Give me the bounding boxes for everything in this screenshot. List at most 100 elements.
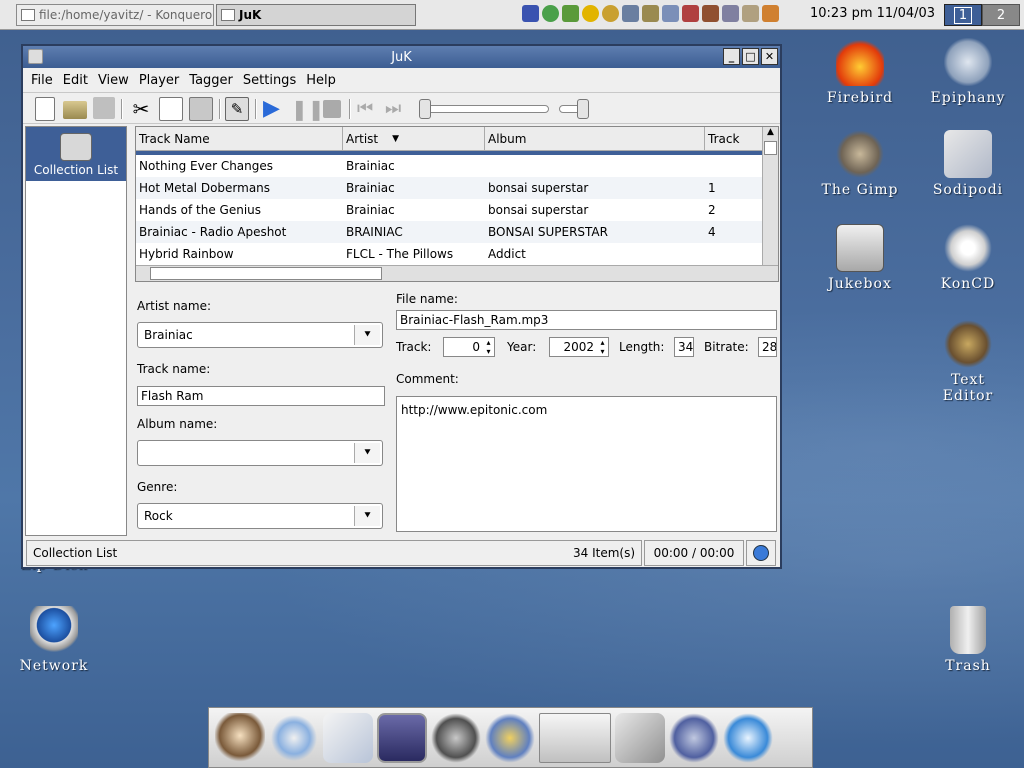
desktop-icon-koncd[interactable]: KonCD bbox=[918, 224, 1018, 292]
track-name-field[interactable]: Flash Ram bbox=[137, 386, 385, 406]
gnome-foot-monkey-icon[interactable] bbox=[215, 712, 265, 763]
desktop-icon-sodipodi[interactable]: Sodipodi bbox=[918, 130, 1018, 198]
vim-icon[interactable] bbox=[562, 5, 579, 22]
comment-label: Comment: bbox=[396, 372, 459, 386]
column-track-name[interactable]: Track Name bbox=[136, 127, 343, 150]
save-icon[interactable] bbox=[93, 97, 115, 119]
desktop-2[interactable]: 2 bbox=[982, 4, 1020, 26]
previous-icon[interactable]: ⏮ bbox=[357, 97, 381, 121]
menu-edit[interactable]: Edit bbox=[63, 73, 88, 88]
disk-icon[interactable] bbox=[662, 5, 679, 22]
scroll-up-icon[interactable]: ▲ bbox=[763, 127, 778, 141]
desktop-icon-jukebox[interactable]: Jukebox bbox=[810, 224, 910, 292]
terminal-icon[interactable] bbox=[377, 712, 427, 763]
volume-slider-handle[interactable] bbox=[577, 99, 589, 119]
minimize-icon[interactable]: _ bbox=[723, 48, 740, 65]
eye-icon[interactable] bbox=[742, 5, 759, 22]
maximize-icon[interactable]: □ bbox=[742, 48, 759, 65]
desktop-icon-gimp[interactable]: The Gimp bbox=[810, 130, 910, 198]
dropdown-arrow-icon[interactable]: ⯆ bbox=[354, 506, 380, 526]
cut-icon[interactable]: ✂ bbox=[129, 97, 153, 121]
icon-label: Editor bbox=[942, 388, 994, 404]
task-juk[interactable]: JuK bbox=[216, 4, 416, 26]
column-artist[interactable]: Artist ▼ bbox=[343, 127, 485, 150]
stop-icon[interactable] bbox=[323, 100, 341, 118]
menu-view[interactable]: View bbox=[98, 73, 129, 88]
film-icon[interactable] bbox=[702, 5, 719, 22]
new-icon[interactable] bbox=[35, 97, 55, 121]
gaim-icon[interactable] bbox=[602, 5, 619, 22]
desktop-icon-text-editor[interactable]: Text Editor bbox=[918, 320, 1018, 404]
windows-icon[interactable] bbox=[615, 712, 665, 763]
top-panel: file:/home/yavitz/ - Konqueror JuK 10:23… bbox=[0, 0, 1024, 30]
column-track[interactable]: Track bbox=[705, 127, 761, 150]
vertical-scrollbar[interactable]: ▲ bbox=[762, 127, 778, 265]
mail-icon[interactable] bbox=[323, 712, 373, 763]
table-row[interactable]: Brainiac - Radio Apeshot BRAINIAC BONSAI… bbox=[136, 221, 778, 243]
x-icon[interactable] bbox=[723, 712, 773, 763]
pause-icon[interactable]: ❚❚ bbox=[291, 97, 325, 121]
gnome-foot-icon[interactable] bbox=[669, 712, 719, 763]
juk-window: JuK _ □ ✕ File Edit View Player Tagger S… bbox=[21, 44, 782, 569]
table-row[interactable]: Hands of the Genius Brainiac bonsai supe… bbox=[136, 199, 778, 221]
paint-icon[interactable] bbox=[485, 712, 535, 763]
close-icon[interactable]: ✕ bbox=[761, 48, 778, 65]
horizontal-scrollbar[interactable] bbox=[136, 265, 778, 281]
calendar-icon[interactable] bbox=[682, 5, 699, 22]
desktop-icon-trash[interactable]: Trash bbox=[918, 606, 1018, 674]
album-combo[interactable]: ⯆ bbox=[137, 440, 383, 466]
scroll-thumb[interactable] bbox=[764, 141, 777, 155]
dropdown-arrow-icon[interactable]: ⯆ bbox=[354, 443, 380, 463]
track-number-spinbox[interactable]: 0 bbox=[443, 337, 495, 357]
next-icon[interactable]: ⏭ bbox=[385, 97, 409, 121]
column-album[interactable]: Album bbox=[485, 127, 705, 150]
paste-icon[interactable] bbox=[189, 97, 213, 121]
copy-icon[interactable] bbox=[159, 97, 183, 121]
desktop-icon-epiphany[interactable]: Epiphany bbox=[918, 38, 1018, 106]
desktop-icon-network[interactable]: Network bbox=[4, 606, 104, 674]
cell-artist: Brainiac bbox=[346, 159, 395, 173]
genre-combo[interactable]: Rock ⯆ bbox=[137, 503, 383, 529]
menu-settings[interactable]: Settings bbox=[243, 73, 296, 88]
table-row[interactable]: Hybrid Rainbow FLCL - The Pillows Addict bbox=[136, 243, 778, 265]
tag-editor: Artist name: Brainiac ⯆ Track name: Flas… bbox=[135, 286, 779, 534]
jump-to-playing-button[interactable] bbox=[746, 540, 776, 566]
jump-icon bbox=[753, 545, 769, 561]
task-konqueror[interactable]: file:/home/yavitz/ - Konqueror bbox=[16, 4, 214, 26]
package-icon[interactable] bbox=[642, 5, 659, 22]
track-name-label: Track name: bbox=[137, 362, 211, 376]
menu-tagger[interactable]: Tagger bbox=[189, 73, 233, 88]
playlist-sidebar: Collection List bbox=[25, 126, 127, 536]
window-menu-icon[interactable] bbox=[28, 49, 43, 64]
year-spinbox[interactable]: 2002 bbox=[549, 337, 609, 357]
play-icon[interactable]: ▶ bbox=[263, 97, 287, 121]
settings-tools-icon[interactable] bbox=[431, 712, 481, 763]
pacman-icon[interactable] bbox=[542, 5, 559, 22]
scroll-thumb[interactable] bbox=[150, 267, 382, 280]
tag-editor-toggle-icon[interactable]: ✎ bbox=[225, 97, 249, 121]
table-row[interactable]: Hot Metal Dobermans Brainiac bonsai supe… bbox=[136, 177, 778, 199]
desktop-1[interactable]: 1 bbox=[944, 4, 982, 26]
open-icon[interactable] bbox=[63, 101, 87, 119]
folder-icon bbox=[21, 9, 35, 21]
seek-slider-handle[interactable] bbox=[419, 99, 431, 119]
printer-icon[interactable] bbox=[722, 5, 739, 22]
sidebar-item-collection-list[interactable]: Collection List bbox=[26, 127, 126, 181]
file-name-field[interactable]: Brainiac-Flash_Ram.mp3 bbox=[396, 310, 777, 330]
seek-slider[interactable] bbox=[419, 105, 549, 113]
clipboard-icon[interactable] bbox=[539, 712, 611, 763]
search-icon[interactable] bbox=[269, 712, 319, 763]
table-row[interactable]: Nothing Ever Changes Brainiac bbox=[136, 155, 778, 177]
desktop-icon-firebird[interactable]: Firebird bbox=[810, 38, 910, 106]
comment-field[interactable]: http://www.epitonic.com bbox=[396, 396, 777, 532]
artist-combo[interactable]: Brainiac ⯆ bbox=[137, 322, 383, 348]
clock-app-icon[interactable] bbox=[582, 5, 599, 22]
mozilla-icon[interactable] bbox=[522, 5, 539, 22]
dropdown-arrow-icon[interactable]: ⯆ bbox=[354, 325, 380, 345]
menu-file[interactable]: File bbox=[31, 73, 53, 88]
menu-help[interactable]: Help bbox=[306, 73, 336, 88]
menu-player[interactable]: Player bbox=[139, 73, 179, 88]
note-icon[interactable] bbox=[762, 5, 779, 22]
monitor-icon[interactable] bbox=[622, 5, 639, 22]
title-bar[interactable]: JuK _ □ ✕ bbox=[23, 46, 780, 68]
